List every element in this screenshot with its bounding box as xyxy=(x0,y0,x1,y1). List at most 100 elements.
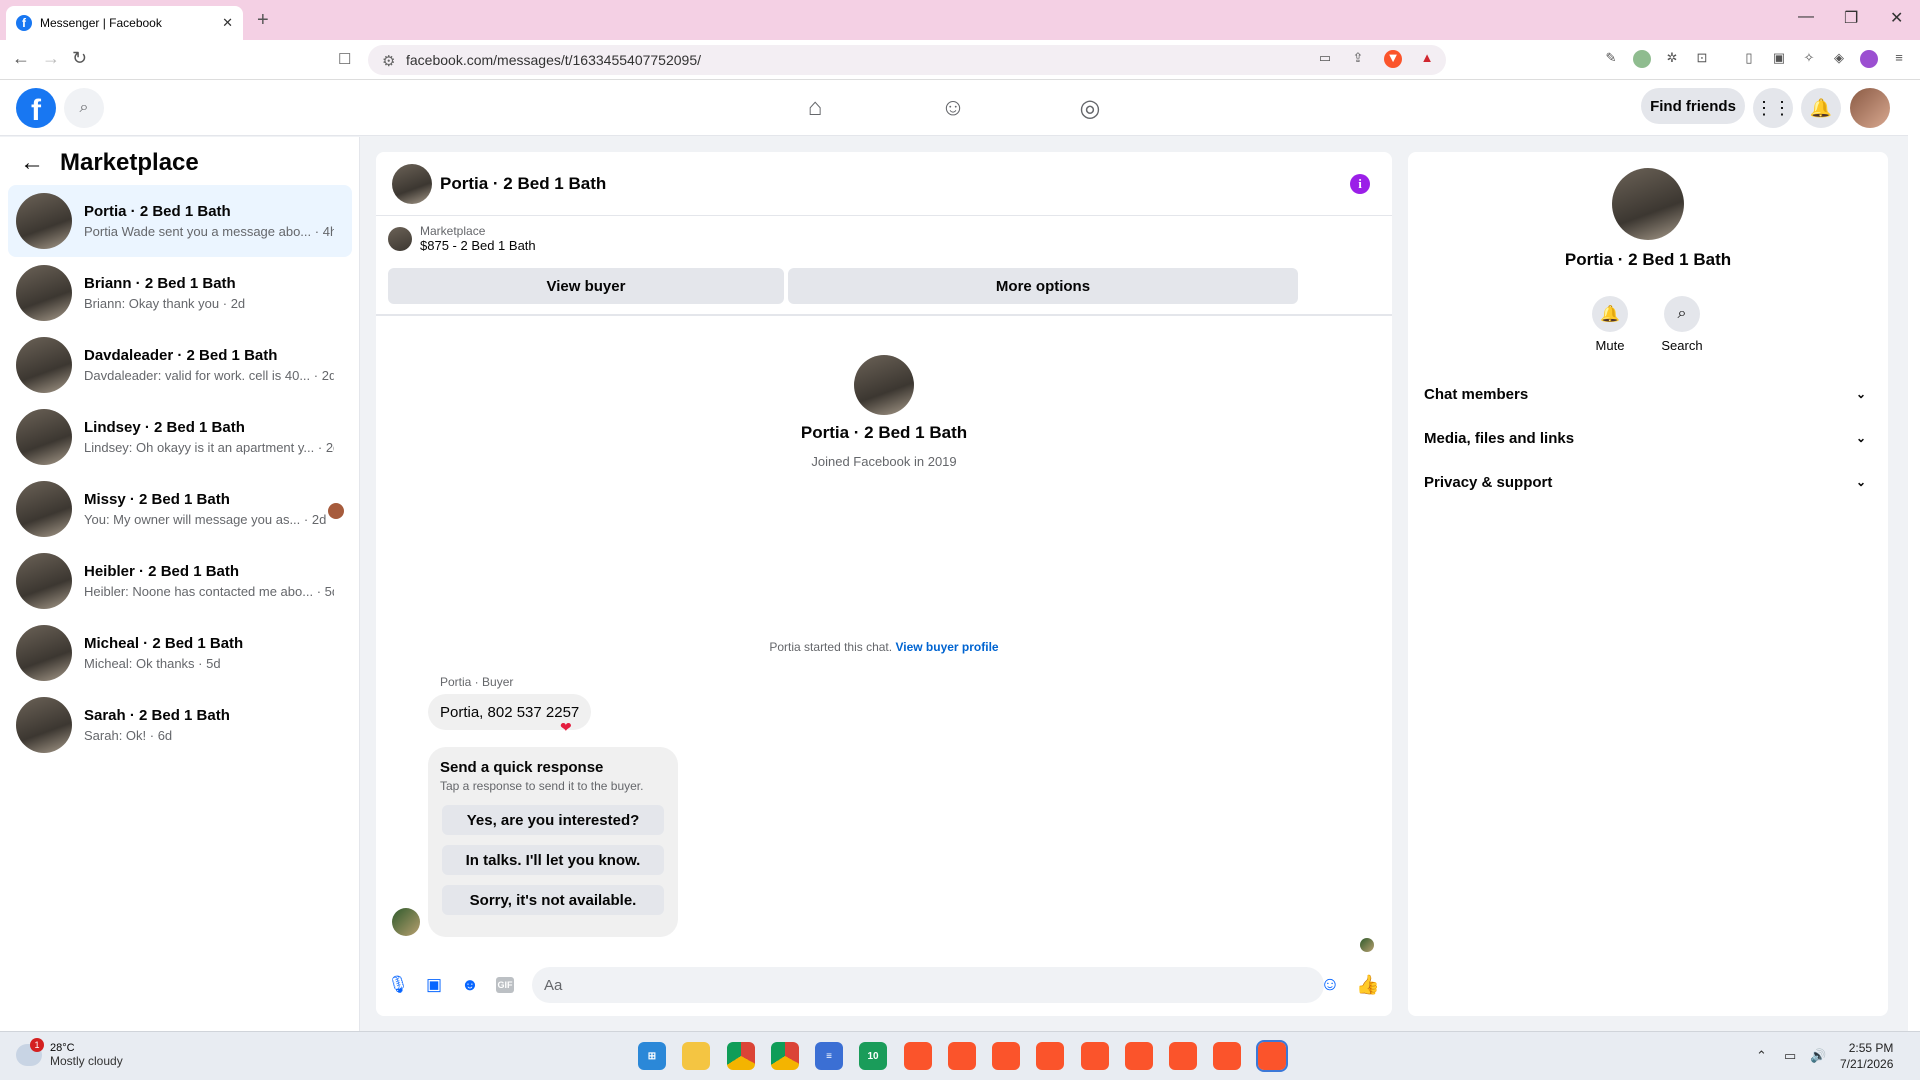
section-media-files-links[interactable]: Media, files and links ⌄ xyxy=(1424,420,1872,456)
quick-reply-button[interactable]: Yes, are you interested? xyxy=(442,805,664,835)
quick-reply-button[interactable]: In talks. I'll let you know. xyxy=(442,845,664,875)
new-tab-icon[interactable]: + xyxy=(257,9,269,32)
cast-icon[interactable]: ▭ xyxy=(1316,50,1334,68)
reload-icon[interactable]: ↻ xyxy=(72,48,87,69)
chrome-profile-icon[interactable] xyxy=(771,1042,799,1070)
sticker-icon[interactable]: ☻ xyxy=(460,975,480,995)
conversation-item[interactable]: Lindsey · 2 Bed 1 Bath Lindsey: Oh okayy … xyxy=(8,401,352,473)
page-scrollbar[interactable] xyxy=(1908,80,1920,1031)
chat-title[interactable]: Portia · 2 Bed 1 Bath xyxy=(440,174,606,194)
vpn-icon[interactable]: ◈ xyxy=(1830,50,1848,68)
menu-icon[interactable]: ≡ xyxy=(1890,50,1908,68)
notifications-icon[interactable]: 🔔 xyxy=(1801,88,1841,128)
brave-shields-icon[interactable]: ▼ xyxy=(1384,50,1402,68)
friends-icon[interactable]: ☺ xyxy=(937,92,969,124)
start-icon[interactable]: ⊞ xyxy=(638,1042,666,1070)
conversation-item[interactable]: Portia · 2 Bed 1 Bath Portia Wade sent yo… xyxy=(8,185,352,257)
profile-extension-icon[interactable] xyxy=(1633,50,1651,68)
brave-icon[interactable] xyxy=(948,1042,976,1070)
brave-icon[interactable] xyxy=(1213,1042,1241,1070)
weather-widget[interactable]: 1 28°C Mostly cloudy xyxy=(16,1038,123,1068)
calendar-app-icon[interactable]: 10 xyxy=(859,1042,887,1070)
brave-icon[interactable] xyxy=(1036,1042,1064,1070)
conversation-item[interactable]: Sarah · 2 Bed 1 Bath Sarah: Ok! · 6d xyxy=(8,689,352,761)
weather-condition: Mostly cloudy xyxy=(50,1054,123,1068)
conversation-item[interactable]: Micheal · 2 Bed 1 Bath Micheal: Ok thanks… xyxy=(8,617,352,689)
volume-icon[interactable]: 🔊 xyxy=(1810,1048,1826,1064)
extension-icon[interactable]: ✎ xyxy=(1602,50,1620,68)
facebook-logo-icon[interactable]: f xyxy=(16,88,56,128)
quick-reply-button[interactable]: Sorry, it's not available. xyxy=(442,885,664,915)
heart-reaction-icon[interactable]: ❤ xyxy=(560,719,572,736)
quick-response-card: Send a quick response Tap a response to … xyxy=(428,747,678,937)
conversation-item[interactable]: Davdaleader · 2 Bed 1 Bath Davdaleader: v… xyxy=(8,329,352,401)
close-window-icon[interactable]: ✕ xyxy=(1890,8,1903,28)
brave-icon[interactable] xyxy=(1125,1042,1153,1070)
bell-icon[interactable]: 🔔 xyxy=(1592,296,1628,332)
close-tab-icon[interactable]: ✕ xyxy=(222,15,233,31)
notepad-icon[interactable]: ≡ xyxy=(815,1042,843,1070)
network-icon[interactable]: ▭ xyxy=(1784,1048,1796,1064)
back-icon[interactable]: ← xyxy=(12,48,30,69)
buyer-avatar[interactable] xyxy=(392,908,420,936)
site-info-icon[interactable]: ⚙ xyxy=(382,52,395,70)
restore-icon[interactable]: ❐ xyxy=(1844,8,1858,28)
profile-avatar[interactable] xyxy=(854,355,914,415)
minimize-icon[interactable]: — xyxy=(1798,8,1814,26)
brave-icon[interactable] xyxy=(1169,1042,1197,1070)
screenshot-icon[interactable]: ⊡ xyxy=(1693,50,1711,68)
brave-icon[interactable] xyxy=(904,1042,932,1070)
gif-icon[interactable]: GIF xyxy=(496,977,514,993)
view-buyer-profile-link[interactable]: View buyer profile xyxy=(895,640,998,654)
conversation-item[interactable]: Heibler · 2 Bed 1 Bath Heibler: Noone has… xyxy=(8,545,352,617)
more-options-button[interactable]: More options xyxy=(788,268,1298,304)
info-icon[interactable]: i xyxy=(1350,174,1370,194)
search-icon[interactable]: ⌕ xyxy=(64,88,104,128)
forward-icon[interactable]: → xyxy=(42,48,60,69)
emoji-icon[interactable]: ☺ xyxy=(1320,974,1340,995)
menu-grid-icon[interactable]: ⋮⋮ xyxy=(1753,88,1793,128)
home-icon[interactable]: ⌂ xyxy=(799,92,831,124)
file-explorer-icon[interactable] xyxy=(682,1042,710,1070)
wallet-icon[interactable]: ▣ xyxy=(1770,50,1788,68)
browser-tab[interactable]: f Messenger | Facebook ✕ xyxy=(6,6,243,40)
conversation-name: Davdaleader · 2 Bed 1 Bath xyxy=(84,347,278,364)
share-icon[interactable]: ⇪ xyxy=(1349,50,1367,68)
section-chat-members[interactable]: Chat members ⌄ xyxy=(1424,376,1872,412)
leo-icon[interactable]: ✧ xyxy=(1800,50,1818,68)
address-bar[interactable]: ⚙ facebook.com/messages/t/16334554077520… xyxy=(368,45,1446,75)
account-avatar[interactable] xyxy=(1850,88,1890,128)
search-action[interactable]: ⌕ Search xyxy=(1652,296,1712,353)
groups-icon[interactable]: ◎ xyxy=(1074,92,1106,124)
profile-icon[interactable] xyxy=(1860,50,1878,68)
like-icon[interactable]: 👍 xyxy=(1356,975,1380,996)
sidebar-icon[interactable]: ▯ xyxy=(1740,50,1758,68)
microphone-icon[interactable]: 🎙 xyxy=(387,975,409,995)
section-privacy-support[interactable]: Privacy & support ⌄ xyxy=(1424,464,1872,500)
chat-avatar[interactable] xyxy=(392,163,432,204)
puzzle-icon[interactable]: ✲ xyxy=(1663,50,1681,68)
windows-taskbar: 1 28°C Mostly cloudy ⊞ ≡ 10 ⌃ ▭ 🔊 2:55 P… xyxy=(0,1031,1920,1080)
brave-active-icon[interactable] xyxy=(1256,1040,1288,1072)
mute-action[interactable]: 🔔 Mute xyxy=(1580,296,1640,353)
conversation-item[interactable]: Missy · 2 Bed 1 Bath You: My owner will m… xyxy=(8,473,352,545)
find-friends-button[interactable]: Find friends xyxy=(1641,88,1745,124)
bookmark-icon[interactable]: ☐ xyxy=(338,50,351,68)
brave-icon[interactable] xyxy=(1081,1042,1109,1070)
brave-rewards-icon[interactable]: ▲ xyxy=(1418,50,1436,68)
brave-icon[interactable] xyxy=(992,1042,1020,1070)
details-avatar[interactable] xyxy=(1612,168,1684,240)
view-buyer-button[interactable]: View buyer xyxy=(388,268,784,304)
tray-overflow-icon[interactable]: ⌃ xyxy=(1756,1048,1767,1064)
message-input[interactable] xyxy=(532,967,1324,1003)
photo-icon[interactable]: ▣ xyxy=(424,975,444,995)
conversation-avatar xyxy=(16,409,72,465)
seen-avatar xyxy=(328,503,344,519)
system-clock[interactable]: 2:55 PM 7/21/2026 xyxy=(1840,1040,1893,1072)
chrome-icon[interactable] xyxy=(727,1042,755,1070)
back-arrow-icon[interactable]: ← xyxy=(20,149,44,177)
snippet-text: Sarah: Ok! xyxy=(84,728,147,743)
section-label: Privacy & support xyxy=(1424,473,1553,491)
search-icon[interactable]: ⌕ xyxy=(1664,296,1700,332)
conversation-item[interactable]: Briann · 2 Bed 1 Bath Briann: Okay thank … xyxy=(8,257,352,329)
